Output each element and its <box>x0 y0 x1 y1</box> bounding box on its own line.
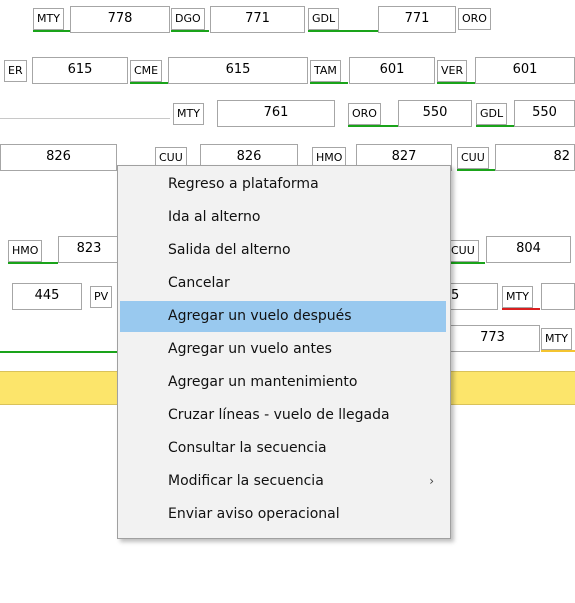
menu-item-label: Regreso a plataforma <box>168 176 319 192</box>
airport-code[interactable]: MTY <box>541 328 572 350</box>
flight-number[interactable] <box>541 283 575 310</box>
airport-code[interactable]: MTY <box>502 286 533 308</box>
airport-code[interactable]: GDL <box>308 8 340 30</box>
menu-item-cancelar[interactable]: Cancelar <box>120 268 446 299</box>
flight-number[interactable]: 615 <box>168 57 308 84</box>
menu-item-label: Agregar un vuelo después <box>168 308 352 324</box>
airport-code[interactable]: TAM <box>310 60 341 82</box>
menu-item-label: Cancelar <box>168 275 230 291</box>
airport-code[interactable]: VER <box>437 60 468 82</box>
flight-number[interactable]: 601 <box>475 57 575 84</box>
menu-item-label: Agregar un mantenimiento <box>168 374 358 390</box>
status-line <box>447 262 485 264</box>
airport-code[interactable]: ORO <box>458 8 491 30</box>
airport-code[interactable]: ER <box>4 60 27 82</box>
status-line-delay <box>502 308 540 310</box>
menu-item-agregar-vuelo-antes[interactable]: Agregar un vuelo antes <box>120 334 446 365</box>
status-line <box>457 169 495 171</box>
menu-item-consultar-secuencia[interactable]: Consultar la secuencia <box>120 433 446 464</box>
menu-item-label: Cruzar líneas - vuelo de llegada <box>168 407 390 423</box>
airport-code[interactable]: GDL <box>476 103 508 125</box>
flight-number[interactable]: 601 <box>349 57 435 84</box>
chevron-right-icon: › <box>429 474 434 488</box>
status-line <box>0 351 117 353</box>
context-menu: Regreso a plataforma Ida al alterno Sali… <box>117 165 451 539</box>
airport-code[interactable]: ORO <box>348 103 381 125</box>
status-line <box>476 125 514 127</box>
menu-item-cruzar-lineas[interactable]: Cruzar líneas - vuelo de llegada <box>120 400 446 431</box>
flight-number[interactable]: 823 <box>58 236 120 263</box>
flight-number[interactable]: 761 <box>217 100 335 127</box>
status-line <box>33 30 71 32</box>
menu-item-label: Agregar un vuelo antes <box>168 341 332 357</box>
flight-number[interactable]: 771 <box>378 6 456 33</box>
menu-item-enviar-aviso[interactable]: Enviar aviso operacional <box>120 499 446 530</box>
status-line <box>308 30 378 32</box>
flight-number[interactable]: 778 <box>70 6 170 33</box>
menu-item-label: Salida del alterno <box>168 242 291 258</box>
flight-number[interactable]: 804 <box>486 236 571 263</box>
status-line-warning <box>541 350 575 352</box>
flight-number[interactable]: 615 <box>32 57 128 84</box>
flight-number[interactable]: 445 <box>12 283 82 310</box>
menu-item-ida-alterno[interactable]: Ida al alterno <box>120 202 446 233</box>
flight-number[interactable]: 773 <box>445 325 540 352</box>
menu-item-label: Modificar la secuencia <box>168 473 324 489</box>
airport-code[interactable]: MTY <box>173 103 204 125</box>
airport-code[interactable]: CUU <box>457 147 489 169</box>
flight-number[interactable]: 82 <box>495 144 575 171</box>
airport-code[interactable]: CUU <box>447 240 479 262</box>
airport-code[interactable]: DGO <box>171 8 205 30</box>
airport-code[interactable]: CME <box>130 60 163 82</box>
airport-code[interactable]: HMO <box>8 240 43 262</box>
status-line <box>8 262 58 264</box>
airport-code[interactable]: MTY <box>33 8 64 30</box>
flight-number[interactable]: 826 <box>0 144 117 171</box>
status-line <box>310 82 348 84</box>
menu-item-regreso-plataforma[interactable]: Regreso a plataforma <box>120 169 446 200</box>
menu-item-modificar-secuencia[interactable]: Modificar la secuencia › <box>120 466 446 497</box>
status-line <box>130 82 168 84</box>
timeline-line <box>0 118 170 119</box>
menu-item-label: Consultar la secuencia <box>168 440 327 456</box>
airport-code[interactable]: PV <box>90 286 113 308</box>
flight-number[interactable]: 550 <box>514 100 575 127</box>
menu-item-salida-alterno[interactable]: Salida del alterno <box>120 235 446 266</box>
status-line <box>437 82 475 84</box>
menu-item-label: Enviar aviso operacional <box>168 506 340 522</box>
status-line <box>348 125 398 127</box>
flight-number[interactable]: 550 <box>398 100 472 127</box>
menu-item-label: Ida al alterno <box>168 209 261 225</box>
flight-number[interactable]: 771 <box>210 6 305 33</box>
status-line <box>171 30 209 32</box>
menu-item-agregar-vuelo-despues[interactable]: Agregar un vuelo después <box>120 301 446 332</box>
menu-item-agregar-mantenimiento[interactable]: Agregar un mantenimiento <box>120 367 446 398</box>
